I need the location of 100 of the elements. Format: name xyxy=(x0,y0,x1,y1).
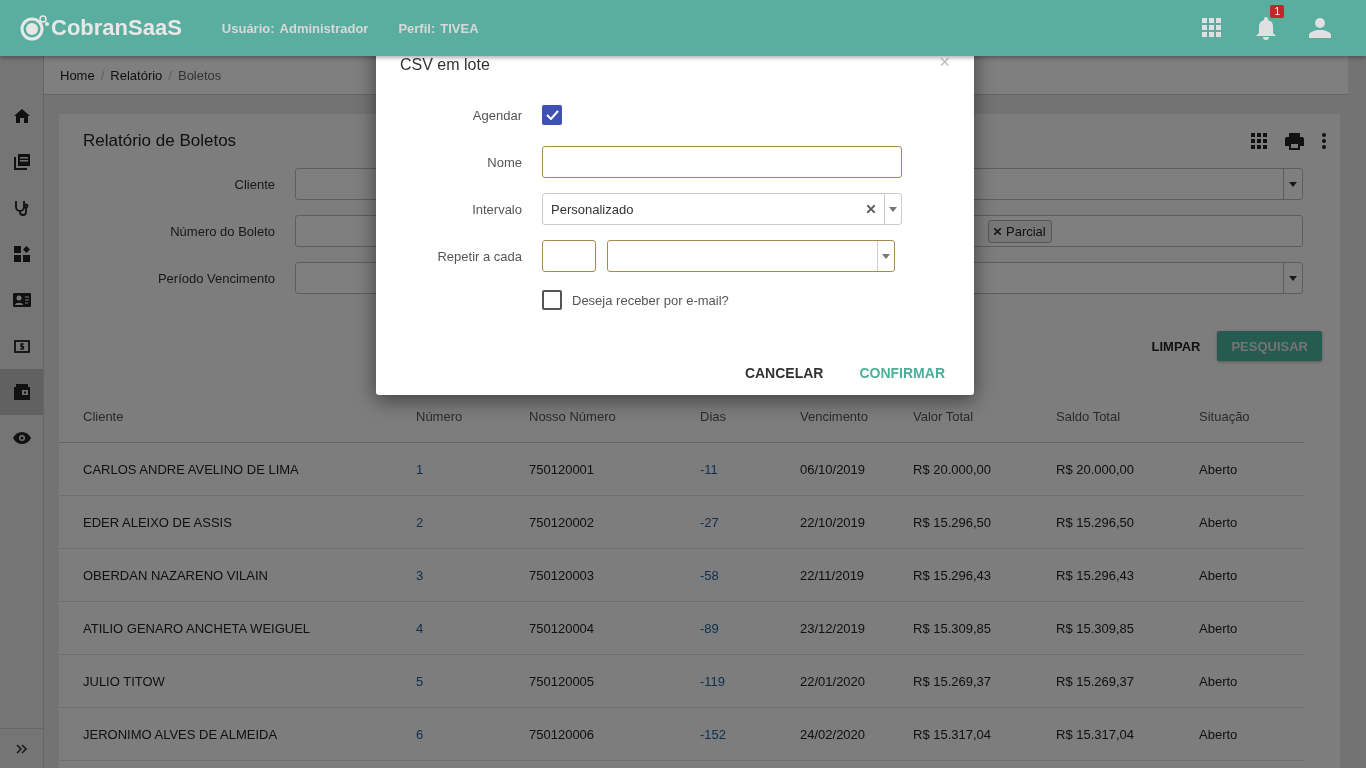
checkbox[interactable] xyxy=(542,290,562,310)
close-button[interactable]: × xyxy=(939,51,950,73)
table-cell-text: 750120004 xyxy=(529,620,596,636)
bell-icon xyxy=(1255,16,1277,40)
table-cell-text: OBERDAN NAZARENO VILAIN xyxy=(83,567,269,583)
table-cell-text: R$ 15.269,37 xyxy=(1056,673,1136,689)
table-cell-text: 24/02/2020 xyxy=(800,726,867,742)
table-cell-text: 2 xyxy=(416,514,425,530)
breadcrumb-link[interactable]: Boletos xyxy=(177,67,222,83)
table-cell-text: -27 xyxy=(700,514,720,530)
checkbox-label: Deseja receber por e-mail? xyxy=(572,292,729,308)
table-cell-text: 750120006 xyxy=(529,726,596,742)
breadcrumb-separator: / xyxy=(168,67,172,83)
table-cell-text: -119 xyxy=(700,673,727,689)
field-label: Intervalo xyxy=(471,201,523,217)
table-cell-text: -89 xyxy=(700,620,720,636)
table-cell-text: 22/11/2019 xyxy=(800,567,866,583)
table-cell-text: Aberto xyxy=(1199,726,1239,742)
sidebar-item[interactable] xyxy=(0,369,43,415)
grid-icon xyxy=(1202,18,1222,38)
user-label: Usuário: xyxy=(221,20,275,36)
vertical-dots-icon xyxy=(1322,133,1326,149)
contact-card-icon xyxy=(12,293,31,307)
more-options-button[interactable] xyxy=(1322,133,1326,149)
table-cell-text: Aberto xyxy=(1199,567,1239,583)
column-header[interactable]: Saldo Total xyxy=(1056,408,1199,424)
table-cell-text: EDER ALEIXO DE ASSIS xyxy=(83,514,233,530)
breadcrumb-link[interactable]: Home xyxy=(60,67,95,83)
table-cell-text: 750120002 xyxy=(529,514,596,530)
table-cell-text: JULIO TITOW xyxy=(83,673,166,689)
table-cell-text: CARLOS ANDRE AVELINO DE LIMA xyxy=(83,461,300,477)
field-label: Nome xyxy=(486,154,523,170)
field-label: Agendar xyxy=(471,107,523,123)
checkbox[interactable] xyxy=(542,105,562,125)
breadcrumb-link[interactable]: Relatório xyxy=(110,67,163,83)
cancel-button[interactable]: CANCELAR xyxy=(744,365,824,381)
app-logo-text: CobranSaaS xyxy=(51,15,182,41)
table-cell-text: ATILIO GENARO ANCHETA WEIGUEL xyxy=(83,620,312,636)
dollar-bill-icon xyxy=(13,339,30,353)
table-cell-text: 5 xyxy=(416,673,425,689)
column-header[interactable]: Cliente xyxy=(83,408,416,424)
dashboard-icon xyxy=(13,246,30,262)
eye-icon xyxy=(12,432,31,444)
books-icon xyxy=(13,154,30,170)
table-cell-text: Aberto xyxy=(1199,673,1239,689)
print-button[interactable] xyxy=(1285,132,1304,150)
coin-logo-icon xyxy=(20,15,50,41)
dropdown-arrow-icon xyxy=(882,253,890,259)
user-name: Administrador xyxy=(279,20,369,36)
profile-name: TIVEA xyxy=(440,20,479,36)
table-cell-text: R$ 15.269,37 xyxy=(913,673,993,689)
table-cell-text: 750120005 xyxy=(529,673,596,689)
confirm-button[interactable]: CONFIRMAR xyxy=(859,365,945,381)
grid-icon xyxy=(1251,133,1267,149)
column-header[interactable]: Nosso Número xyxy=(529,408,700,424)
column-header[interactable]: Dias xyxy=(700,408,800,424)
filter-label: Número do Boleto xyxy=(169,223,276,239)
name-input-field[interactable] xyxy=(542,146,902,178)
dialog-title: CSV em lote xyxy=(400,56,490,74)
table-cell-text: R$ 20.000,00 xyxy=(1056,461,1136,477)
interval-select[interactable]: Personalizado xyxy=(542,193,902,225)
column-header[interactable]: Vencimento xyxy=(800,408,913,424)
column-header[interactable]: Valor Total xyxy=(913,408,1056,424)
column-header[interactable]: Número xyxy=(416,408,529,424)
printer-icon xyxy=(1285,132,1304,150)
user-icon xyxy=(1309,18,1331,38)
double-chevron-icon xyxy=(15,743,28,754)
unit-select[interactable] xyxy=(607,240,895,272)
columns-button[interactable] xyxy=(1251,133,1267,149)
filter-label: Cliente xyxy=(233,176,276,192)
table-cell-text: R$ 15.296,43 xyxy=(913,567,993,583)
table-cell-text: -11 xyxy=(700,461,719,477)
column-header[interactable]: Situação xyxy=(1199,408,1304,424)
field-label: Repetir a cada xyxy=(436,248,523,264)
tag-label: Parcial xyxy=(1006,223,1046,239)
table-cell-text: -58 xyxy=(700,567,720,583)
table-cell-text: R$ 15.309,85 xyxy=(1056,620,1136,636)
table-cell-text: R$ 15.317,04 xyxy=(913,726,993,742)
table-cell-text: R$ 20.000,00 xyxy=(913,461,993,477)
wallet-icon xyxy=(13,384,30,400)
breadcrumb-separator: / xyxy=(100,67,105,83)
table-cell-text: 750120001 xyxy=(529,461,596,477)
selected-value: Personalizado xyxy=(550,201,634,217)
remove-icon[interactable] xyxy=(994,227,1001,235)
number-input-field[interactable] xyxy=(542,240,596,272)
table-cell-text: 22/01/2020 xyxy=(800,673,867,689)
table-cell-text: 750120003 xyxy=(529,567,596,583)
stethoscope-icon xyxy=(13,200,30,216)
table-cell-text: R$ 15.309,85 xyxy=(913,620,993,636)
table-cell-text: Aberto xyxy=(1199,514,1239,530)
clear-icon[interactable] xyxy=(867,205,875,213)
table-cell-text: 22/10/2019 xyxy=(800,514,867,530)
clear-button[interactable]: LIMPAR xyxy=(1151,338,1201,354)
table-cell-text: JERONIMO ALVES DE ALMEIDA xyxy=(83,726,279,742)
notification-badge: 1 xyxy=(1270,5,1284,18)
table-cell-text: R$ 15.296,50 xyxy=(913,514,993,530)
table-cell-text: 1 xyxy=(416,461,425,477)
table-cell-text: 6 xyxy=(416,726,425,742)
dropdown-arrow-icon xyxy=(1289,181,1297,187)
profile-label: Perfil: xyxy=(398,20,436,36)
